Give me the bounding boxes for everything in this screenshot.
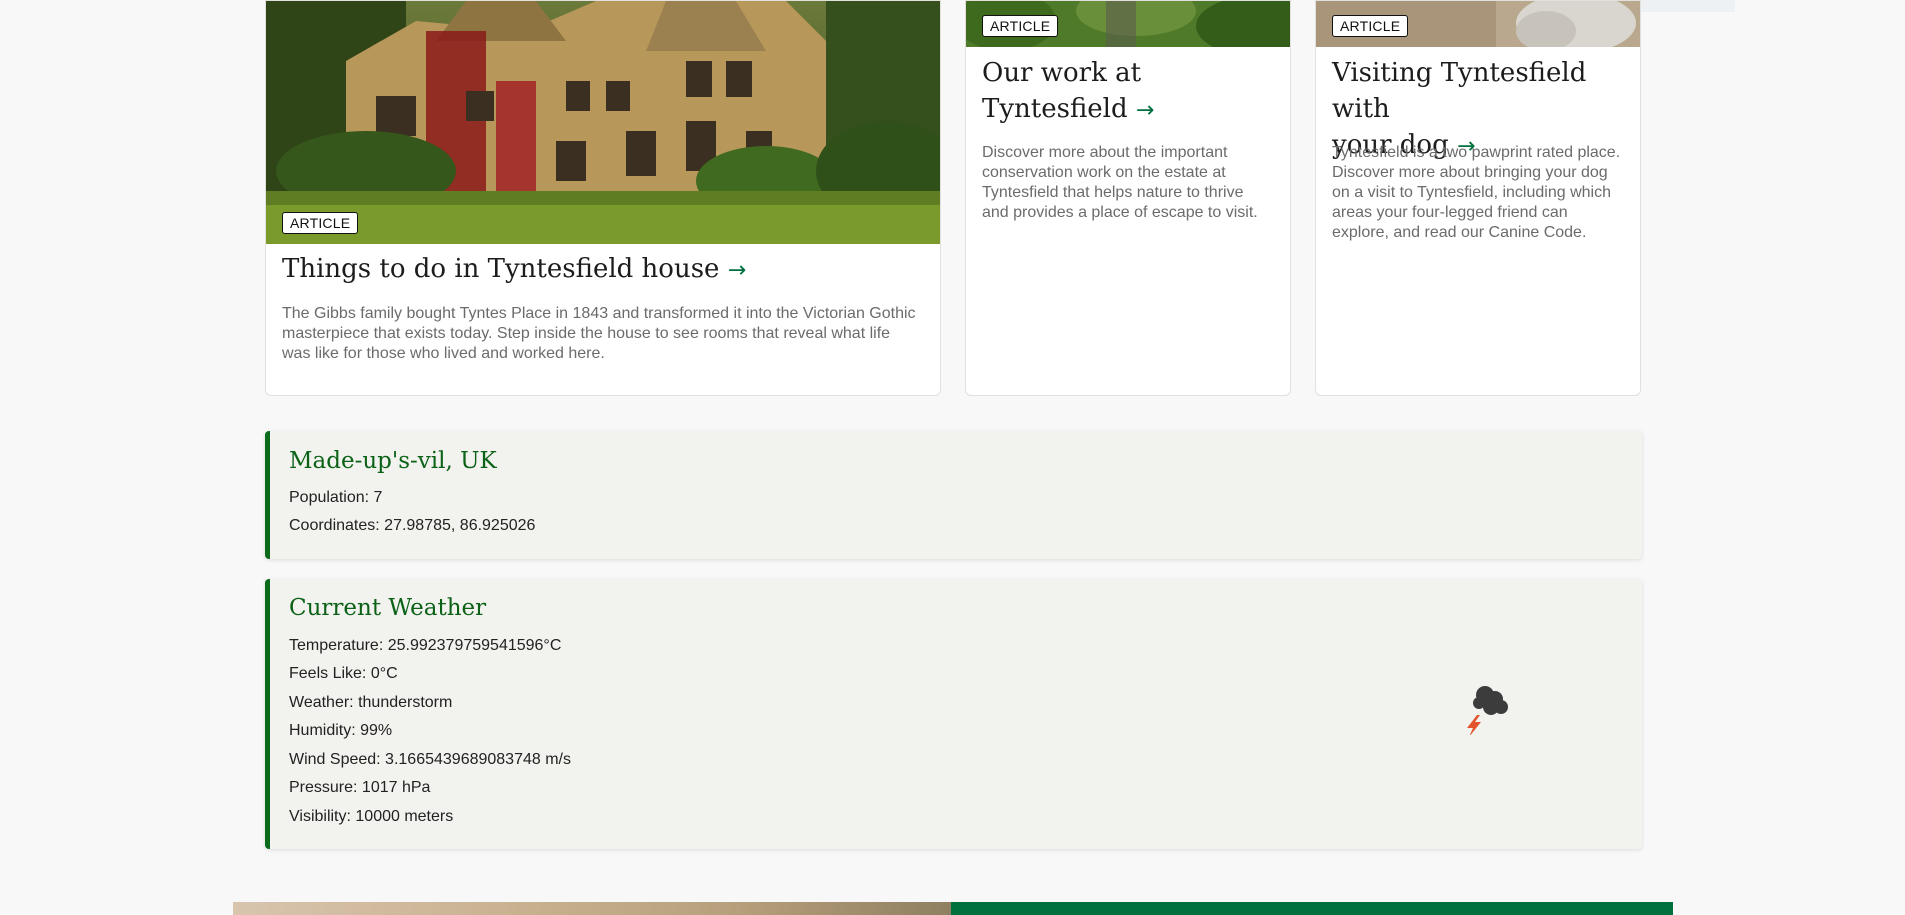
coordinates-text: Coordinates: 27.98785, 86.925026 <box>289 517 536 534</box>
tyntesfield-house-image <box>266 1 940 244</box>
thunderstorm-icon <box>1467 686 1508 735</box>
population-text: Population: 7 <box>289 489 383 506</box>
card-title-line1: Our work at <box>982 58 1142 88</box>
article-badge: ARTICLE <box>282 212 359 234</box>
arrow-right-icon: → <box>1135 98 1155 123</box>
visibility-text: Visibility: 10000 meters <box>289 808 454 825</box>
feels-like-text: Feels Like: 0°C <box>289 665 398 682</box>
card-title-text: Things to do in Tyntesfield house <box>282 254 720 284</box>
pressure-text: Pressure: 1017 hPa <box>289 779 431 796</box>
location-name: Made-up's-vil, UK <box>289 448 497 474</box>
card-title[interactable]: Things to do in Tyntesfield house → <box>282 251 746 289</box>
article-badge: ARTICLE <box>982 15 1059 37</box>
weather-condition-text: Weather: thunderstorm <box>289 694 453 711</box>
article-card-visiting-with-dog[interactable]: ARTICLE Visiting Tyntesfield with your d… <box>1315 0 1641 396</box>
card-description: The Gibbs family bought Tyntes Place in … <box>282 305 916 362</box>
weather-heading: Current Weather <box>289 595 487 621</box>
card-description: Tyntesfield is a two pawprint rated plac… <box>1332 144 1621 241</box>
card-title[interactable]: Our work at Tyntesfield → <box>982 55 1282 129</box>
humidity-text: Humidity: 99% <box>289 722 393 739</box>
wind-speed-text: Wind Speed: 3.1665439689083748 m/s <box>289 751 571 768</box>
top-right-strip <box>1633 0 1735 12</box>
arrow-right-icon: → <box>727 258 747 283</box>
card-title-line2: Tyntesfield <box>982 94 1128 124</box>
footer-promo-panel <box>951 902 1673 915</box>
location-panel: Made-up's-vil, UK Population: 7 Coordina… <box>265 431 1642 559</box>
article-card-tyntesfield-house[interactable]: ARTICLE Things to do in Tyntesfield hous… <box>265 0 941 396</box>
footer-promo-image <box>233 902 951 915</box>
weather-panel: Current Weather Temperature: 25.99237975… <box>265 579 1642 849</box>
card-description: Discover more about the important conser… <box>982 144 1258 221</box>
article-card-our-work[interactable]: ARTICLE Our work at Tyntesfield → Discov… <box>965 0 1291 396</box>
temperature-text: Temperature: 25.992379759541596°C <box>289 637 562 654</box>
card-title-line1: Visiting Tyntesfield with <box>1332 58 1587 124</box>
article-badge: ARTICLE <box>1332 15 1409 37</box>
